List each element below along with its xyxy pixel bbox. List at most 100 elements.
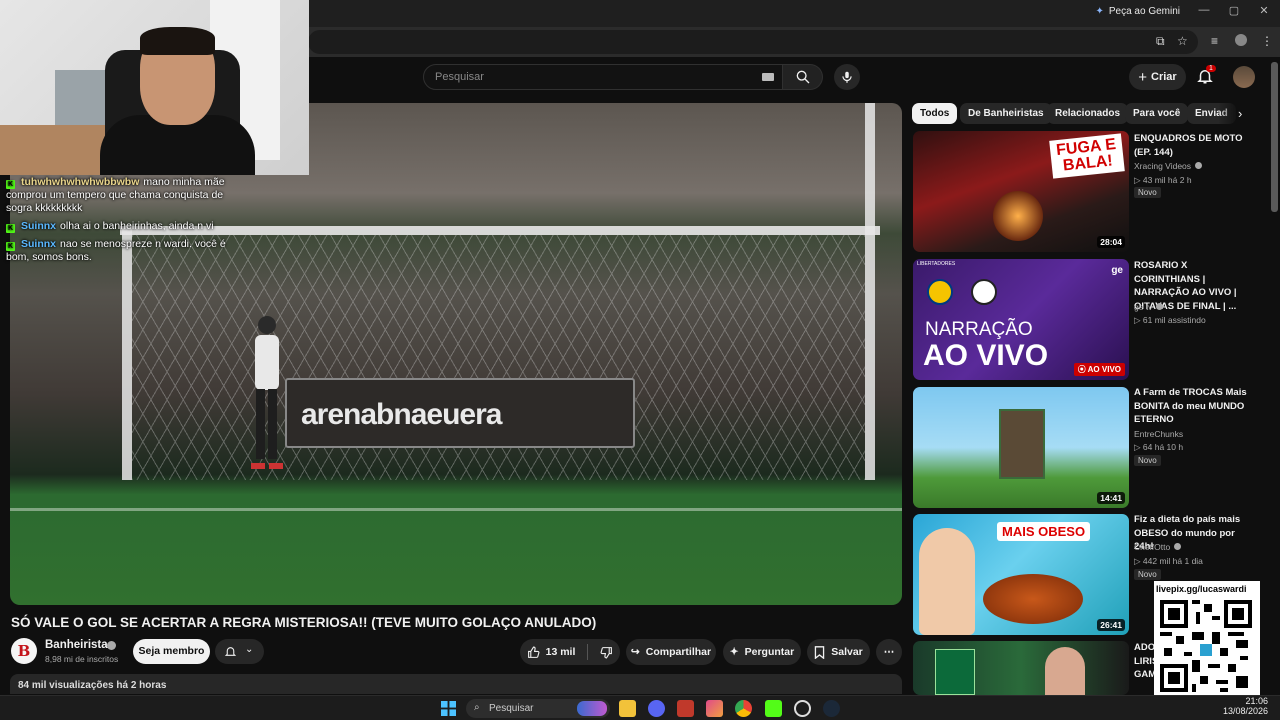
related-thumbnail[interactable] (913, 641, 1129, 695)
file-explorer-icon[interactable] (619, 700, 636, 717)
share-label: Compartilhar (645, 646, 712, 658)
thumbs-up-icon (527, 646, 540, 658)
search-placeholder: Pesquisar (435, 71, 484, 83)
verified-icon (107, 641, 116, 650)
like-button[interactable]: 13 mil (527, 646, 576, 659)
webcam-desk (55, 70, 110, 125)
bookmark-star-icon[interactable]: ☆ (1177, 34, 1188, 48)
kick-app-icon[interactable] (765, 700, 782, 717)
create-button[interactable]: + Criar (1129, 64, 1186, 90)
related-thumbnail[interactable]: 14:41 (913, 387, 1129, 508)
minimize-button[interactable]: — (1194, 4, 1214, 16)
related-thumbnail[interactable]: FUGA E BALA! 28:04 (913, 131, 1129, 252)
photos-icon[interactable] (706, 700, 723, 717)
save-label: Salvar (831, 646, 863, 658)
thumbnail-card (935, 649, 975, 695)
search-icon: ⌕ (474, 702, 480, 713)
scrollbar-thumb[interactable] (1271, 62, 1278, 212)
live-label: AO VIVO (1087, 365, 1121, 374)
kick-icon: K (6, 242, 15, 251)
search-icon (796, 70, 810, 84)
sparkle-icon: ✦ (729, 646, 739, 658)
save-button[interactable]: Salvar (807, 639, 870, 665)
media-controls-icon[interactable]: ≡ (1211, 34, 1218, 48)
goalkeeper-figure (251, 316, 283, 469)
search-highlight-icon (577, 701, 607, 716)
discord-icon[interactable] (648, 700, 665, 717)
thumbnail-tag: LIBERTADORES (917, 261, 956, 267)
cast-icon[interactable]: ⧉ (1156, 34, 1165, 49)
chat-message: K Suinnx olha ai o banheirinhas, ainda n v… (6, 220, 251, 233)
share-icon: ↪ (630, 646, 640, 658)
related-thumbnail[interactable]: MAIS OBESO 26:41 (913, 514, 1129, 635)
user-avatar[interactable] (1233, 66, 1255, 88)
goal-post-right (865, 103, 875, 480)
thumbnail-house (999, 409, 1045, 479)
gemini-icon: ✦ (1095, 6, 1104, 17)
qr-label: livepix.gg/lucaswardi (1156, 584, 1247, 594)
qr-code-icon (1160, 600, 1252, 692)
search-button[interactable] (783, 64, 823, 90)
notification-count-badge: 1 (1206, 65, 1216, 72)
address-bar[interactable] (308, 30, 1198, 54)
related-stats: ▷ 442 mil há 1 dia (1134, 556, 1203, 566)
related-thumbnail[interactable]: LIBERTADORES ge NARRAÇÃO AO VIVO ⦿ AO VI… (913, 259, 1129, 380)
steam-icon[interactable] (823, 700, 840, 717)
arena-banner: arenabnaeuera (285, 378, 635, 448)
chip-related[interactable]: Relacionados (1047, 103, 1129, 124)
related-title[interactable]: ADO LIRIS GAM (1134, 641, 1158, 682)
channel-name[interactable]: Banheiristas (45, 639, 114, 651)
related-channel[interactable]: ge tv (1134, 302, 1164, 312)
windows-taskbar: ⌕ Pesquisar 21:06 13/08/2026 (0, 695, 1280, 720)
clock-time[interactable]: 21:06 (1245, 696, 1268, 706)
related-channel-name: CheffOtto (1134, 542, 1171, 552)
browser-menu-icon[interactable]: ⋮ (1261, 34, 1273, 48)
subscription-bell-button[interactable]: ⌄ (215, 639, 264, 664)
chip-from-channel[interactable]: De Banheiristas (960, 103, 1052, 124)
new-badge: Novo (1134, 569, 1161, 580)
thumbnail-caption: MAIS OBESO (997, 522, 1091, 541)
thumbnail-corner-logo: ge (1111, 265, 1123, 276)
related-channel[interactable]: Xracing Videos (1134, 161, 1203, 171)
maximize-button[interactable]: ▢ (1224, 4, 1244, 17)
thumbnail-caption-2: AO VIVO (923, 339, 1049, 372)
related-title[interactable]: ENQUADROS DE MOTO (EP. 144) (1134, 132, 1252, 159)
team-crest-corinthians (971, 279, 997, 305)
related-stats: ▷ 43 mil há 2 h (1134, 175, 1192, 185)
gemini-label: Peça ao Gemini (1108, 6, 1180, 17)
ask-label: Perguntar (744, 646, 795, 658)
ask-button[interactable]: ✦ Perguntar (723, 639, 801, 665)
chevron-right-icon[interactable]: › (1238, 106, 1242, 121)
taskbar-search[interactable]: ⌕ Pesquisar (466, 699, 610, 718)
obs-icon[interactable] (794, 700, 811, 717)
related-channel[interactable]: EntreChunks (1134, 429, 1183, 439)
search-input[interactable]: Pesquisar (423, 64, 783, 90)
chip-all[interactable]: Todos (912, 103, 958, 124)
channel-avatar[interactable]: B (11, 638, 37, 664)
windows-start-icon[interactable] (441, 701, 456, 716)
bookmark-icon (815, 645, 825, 659)
app-icon-red[interactable] (677, 700, 694, 717)
keyboard-icon[interactable] (762, 73, 774, 81)
voice-search-button[interactable] (834, 64, 860, 90)
thumbs-down-icon[interactable] (600, 646, 613, 659)
gemini-button[interactable]: ✦ Peça ao Gemini (1095, 6, 1180, 17)
stream-chat: Ktuhwhwhwhwhwbbwbw mano minha mãe comprou… (6, 176, 251, 269)
more-actions-button[interactable]: ⋯ (876, 639, 902, 665)
clock-date[interactable]: 13/08/2026 (1223, 706, 1268, 716)
related-channel[interactable]: CheffOtto (1134, 542, 1182, 552)
team-crest-rosario (927, 279, 953, 305)
share-button[interactable]: ↪ Compartilhar (626, 639, 716, 665)
thumbnail-caption: FUGA E BALA! (1049, 133, 1125, 179)
like-count: 13 mil (545, 646, 576, 658)
profile-icon[interactable] (1235, 34, 1247, 46)
join-button[interactable]: Seja membro (133, 639, 210, 664)
chip-fade (1218, 100, 1268, 128)
close-window-button[interactable]: ✕ (1254, 4, 1274, 17)
related-title[interactable]: A Farm de TROCAS Mais BONITA do meu MUND… (1134, 386, 1252, 427)
chat-username: Suinnx (21, 238, 57, 250)
related-stats: ▷ 64 há 10 h (1134, 442, 1184, 452)
kick-icon: K (6, 180, 15, 189)
chip-for-you[interactable]: Para você (1125, 103, 1189, 124)
chrome-icon[interactable] (735, 700, 752, 717)
